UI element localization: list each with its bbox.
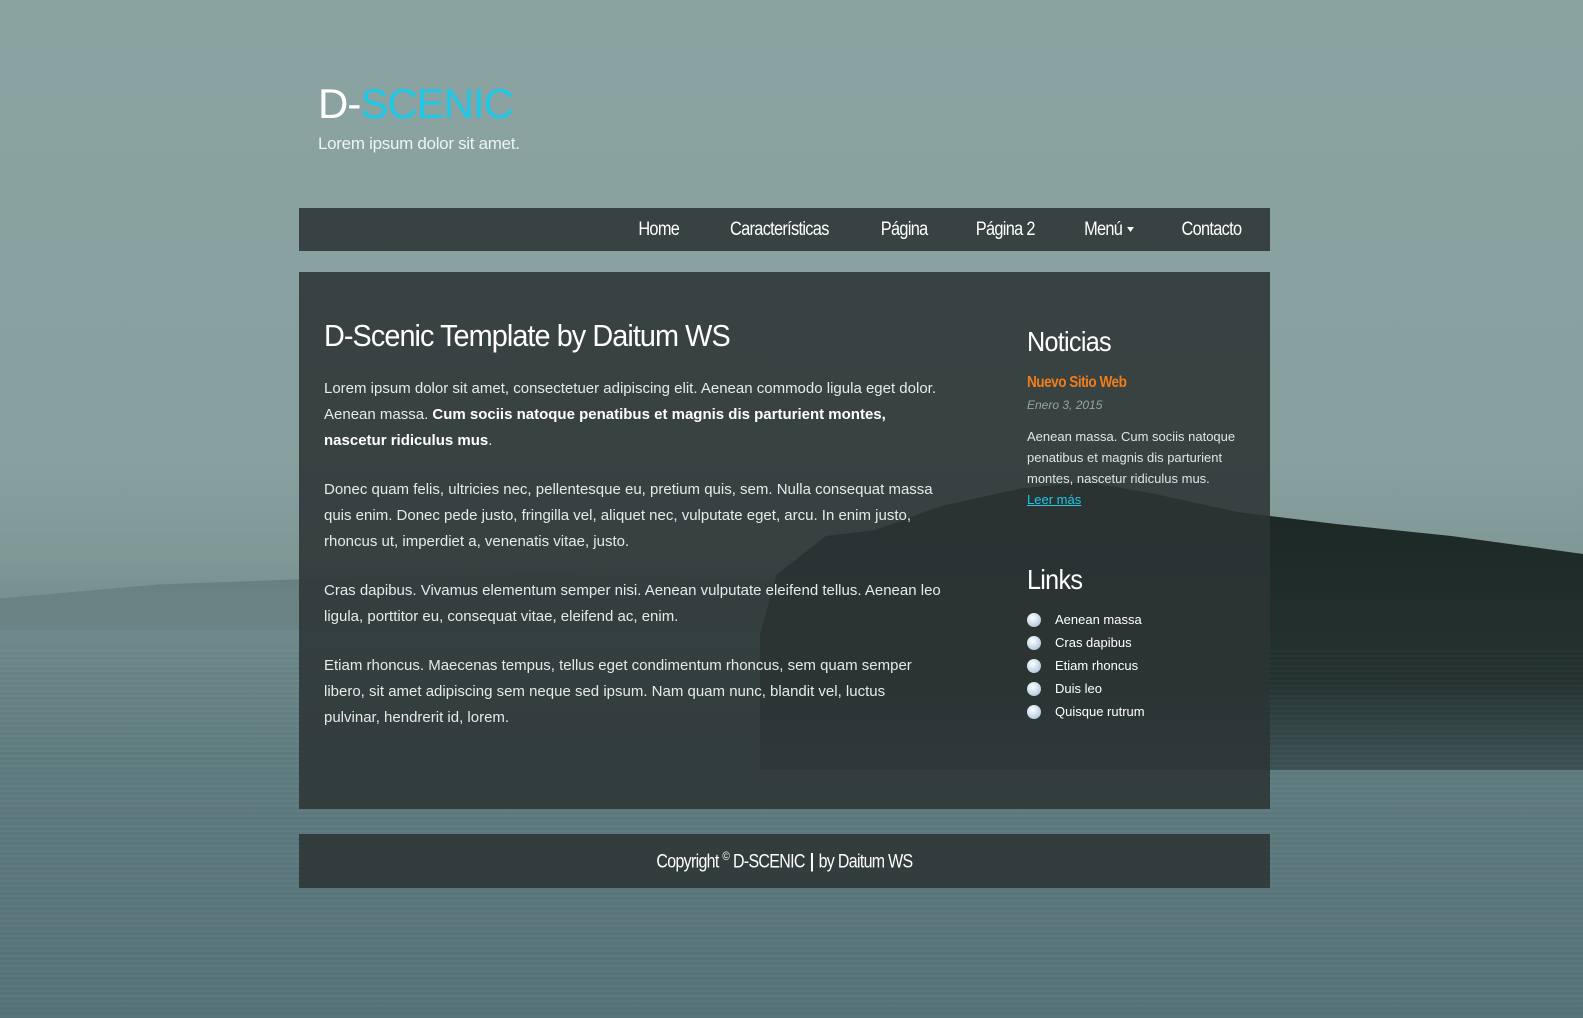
footer-copyright: Copyright © D-SCENIC | by Daitum WS [656, 848, 914, 873]
news-item-date: Enero 3, 2015 [1027, 398, 1103, 412]
nav-item-label: Home [638, 219, 680, 240]
bullet-icon [1027, 704, 1041, 719]
copyright-label: Copyright [656, 851, 719, 873]
link-label: Duis leo [1055, 681, 1102, 696]
link-label: Etiam rhoncus [1055, 658, 1139, 673]
news-item-title[interactable]: Nuevo Sitio Web [1027, 374, 1210, 392]
main-navigation: Home Características Página Página 2 Men… [299, 208, 1270, 251]
nav-item-contacto[interactable]: Contacto [1165, 208, 1243, 251]
sidebar: Noticias Nuevo Sitio Web Enero 3, 2015 A… [1027, 324, 1242, 723]
nav-item-pagina[interactable]: Página [864, 208, 945, 251]
read-more-link[interactable]: Leer más [1027, 492, 1081, 507]
article-paragraph: Lorem ipsum dolor sit amet, consectetuer… [324, 376, 944, 454]
list-item[interactable]: Quisque rutrum [1027, 700, 1242, 723]
news-item-text: Aenean massa. Cum sociis natoque penatib… [1027, 429, 1236, 486]
site-footer: Copyright © D-SCENIC | by Daitum WS [299, 834, 1270, 888]
nav-item-label: Página 2 [976, 219, 1036, 240]
content-panel: D-Scenic Template by Daitum WS Lorem ips… [299, 272, 1270, 809]
article-paragraph: Cras dapibus. Vivamus elementum semper n… [324, 582, 941, 625]
paragraph-end: . [488, 432, 493, 449]
nav-item-label: Menú [1084, 219, 1123, 240]
news-heading: Noticias [1027, 326, 1112, 357]
bullet-icon [1027, 681, 1041, 696]
article-paragraph: Donec quam felis, ultricies nec, pellent… [324, 481, 933, 550]
site-header: D-SCENIC Lorem ipsum dolor sit amet. [318, 78, 520, 154]
nav-item-pagina-2[interactable]: Página 2 [959, 208, 1052, 251]
links-list: Aenean massa Cras dapibus Etiam rhoncus … [1027, 608, 1242, 723]
caret-down-icon [1127, 227, 1135, 233]
bullet-icon [1027, 635, 1041, 650]
footer-separator: | [809, 851, 814, 873]
nav-item-menu-dropdown[interactable]: Menú [1067, 208, 1152, 251]
link-label: Aenean massa [1055, 612, 1142, 627]
list-item[interactable]: Aenean massa [1027, 608, 1242, 631]
bullet-icon [1027, 658, 1041, 673]
bullet-icon [1027, 612, 1041, 627]
list-item[interactable]: Cras dapibus [1027, 631, 1242, 654]
article-paragraph: Etiam rhoncus. Maecenas tempus, tellus e… [324, 657, 912, 726]
nav-item-label: Página [880, 219, 928, 240]
site-tagline: Lorem ipsum dolor sit amet. [318, 134, 520, 153]
list-item[interactable]: Etiam rhoncus [1027, 654, 1242, 677]
links-heading: Links [1027, 564, 1083, 595]
site-logo[interactable]: D-SCENIC [318, 78, 520, 130]
copyright-symbol: © [722, 848, 730, 863]
news-item-body: Aenean massa. Cum sociis natoque penatib… [1027, 426, 1242, 510]
nav-item-label: Características [730, 219, 830, 240]
footer-brand: D-SCENIC [732, 851, 805, 873]
logo-accent: SCENIC [360, 80, 514, 127]
nav-item-home[interactable]: Home [621, 208, 696, 251]
nav-list: Home Características Página Página 2 Men… [615, 208, 1248, 251]
page-title: D-Scenic Template by Daitum WS [324, 318, 731, 353]
logo-prefix: D- [318, 80, 361, 127]
nav-item-caracteristicas[interactable]: Características [713, 208, 846, 251]
nav-item-label: Contacto [1181, 219, 1243, 240]
link-label: Quisque rutrum [1055, 704, 1145, 719]
list-item[interactable]: Duis leo [1027, 677, 1242, 700]
footer-credit: by Daitum WS [818, 851, 914, 873]
main-article: D-Scenic Template by Daitum WS Lorem ips… [324, 316, 944, 731]
link-label: Cras dapibus [1055, 635, 1132, 650]
